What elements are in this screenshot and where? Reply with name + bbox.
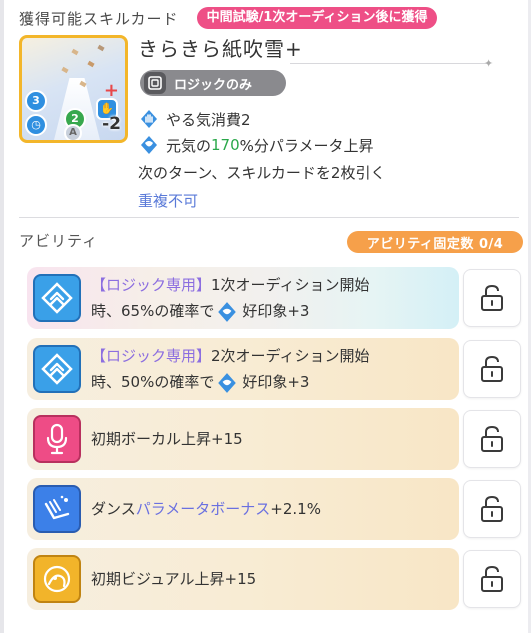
confetti (87, 60, 95, 68)
ability-suffix: +2.1% (270, 500, 321, 518)
card-name: きらきら紙吹雪+ (138, 37, 303, 61)
ability-text: 初期ビジュアル上昇+15 (91, 570, 257, 588)
ability-row[interactable]: 【ロジック専用】1次オーディション開始 時、65%の確率で 好印象+3 (27, 267, 459, 329)
ability-text: 初期ボーカル上昇+15 (91, 430, 243, 448)
panel-edge-left (0, 0, 4, 633)
unlocked-padlock-icon (481, 284, 503, 311)
ability-row[interactable]: ダンスパラメータボーナス+2.1% (27, 478, 459, 540)
ability-tag: 【ロジック専用】 (91, 347, 212, 365)
abilities-title: アビリティ (19, 232, 99, 250)
ability-row[interactable]: 初期ビジュアル上昇+15 (27, 548, 459, 610)
skill-card-thumbnail[interactable]: 3 ◷ 2 A ✋ + -2 (19, 35, 128, 143)
lock-button[interactable] (463, 269, 521, 327)
visual-icon (33, 555, 81, 603)
effect-motivation: やる気消費2 (138, 108, 251, 130)
clock-icon: ◷ (25, 114, 47, 136)
dance-icon (33, 485, 81, 533)
rarity-a-icon: A (64, 124, 82, 140)
acquisition-badge: 中間試験/1次オーディション後に獲得 (196, 7, 438, 29)
ability-text: 【ロジック専用】2次オーディション開始 時、50%の確率で 好印象+3 (91, 343, 370, 395)
ability-text: 【ロジック専用】1次オーディション開始 時、65%の確率で 好印象+3 (91, 272, 370, 324)
divider (19, 217, 519, 218)
plus-icon: + (103, 80, 119, 101)
ability-tag: 【ロジック専用】 (91, 276, 212, 294)
card-cost: -2 (102, 114, 121, 134)
effect-text: やる気消費2 (166, 110, 251, 129)
lock-button[interactable] (463, 340, 521, 398)
ability-row[interactable]: 初期ボーカル上昇+15 (27, 408, 459, 470)
ability-line2: 時、65%の確率で (91, 302, 215, 320)
good-impression-icon (218, 301, 237, 322)
ability-text: ダンスパラメータボーナス+2.1% (91, 496, 321, 522)
plan-badge: ロジックのみ (140, 70, 286, 96)
effect-text: 次のターン、スキルカードを2枚引く (138, 164, 386, 182)
logic-plan-icon (144, 72, 166, 94)
effect-genki: 元気の 170 %分パラメータ上昇 (138, 134, 373, 156)
ability-row[interactable]: 【ロジック専用】2次オーディション開始 時、50%の確率で 好印象+3 (27, 338, 459, 400)
hand-icon (138, 108, 160, 130)
effect-value: 170 (211, 136, 240, 154)
plan-label: ロジックのみ (174, 77, 253, 93)
audition-chevron-icon (33, 345, 81, 393)
lock-button[interactable] (463, 480, 521, 538)
unlocked-padlock-icon (481, 495, 503, 522)
unlocked-padlock-icon (481, 355, 503, 382)
name-underline (290, 63, 488, 64)
ability-highlight: パラメータボーナス (135, 500, 271, 518)
header-row: 獲得可能スキルカード 中間試験/1次オーディション後に獲得 (19, 6, 519, 30)
audition-chevron-icon (33, 274, 81, 322)
genki-icon (138, 134, 160, 156)
effect-prefix: 元気の (166, 136, 212, 155)
draw-badge-icon: 3 (25, 90, 47, 112)
good-impression-icon (218, 372, 237, 393)
lock-button[interactable] (463, 550, 521, 608)
effect-draw: 次のターン、スキルカードを2枚引く (138, 162, 385, 183)
lock-button[interactable] (463, 410, 521, 468)
unlocked-padlock-icon (481, 425, 503, 452)
ability-effect: 好印象+3 (242, 302, 310, 320)
ability-effect: 好印象+3 (242, 373, 310, 391)
confetti (61, 66, 69, 74)
ability-prefix: ダンス (91, 500, 136, 518)
confetti (71, 48, 79, 56)
microphone-icon (33, 415, 81, 463)
section-title: 獲得可能スキルカード (19, 9, 179, 28)
confetti (97, 44, 105, 52)
effect-suffix: %分パラメータ上昇 (239, 136, 374, 155)
sparkle-icon: ✦ (484, 57, 494, 70)
unlocked-padlock-icon (481, 565, 503, 592)
ability-line1: 2次オーディション開始 (211, 347, 370, 365)
ability-line1: 1次オーディション開始 (211, 276, 370, 294)
no-duplicate-label: 重複不可 (138, 192, 199, 210)
ability-fixed-count-badge: アビリティ固定数 0/4 (347, 231, 523, 253)
ability-line2: 時、50%の確率で (91, 373, 215, 391)
